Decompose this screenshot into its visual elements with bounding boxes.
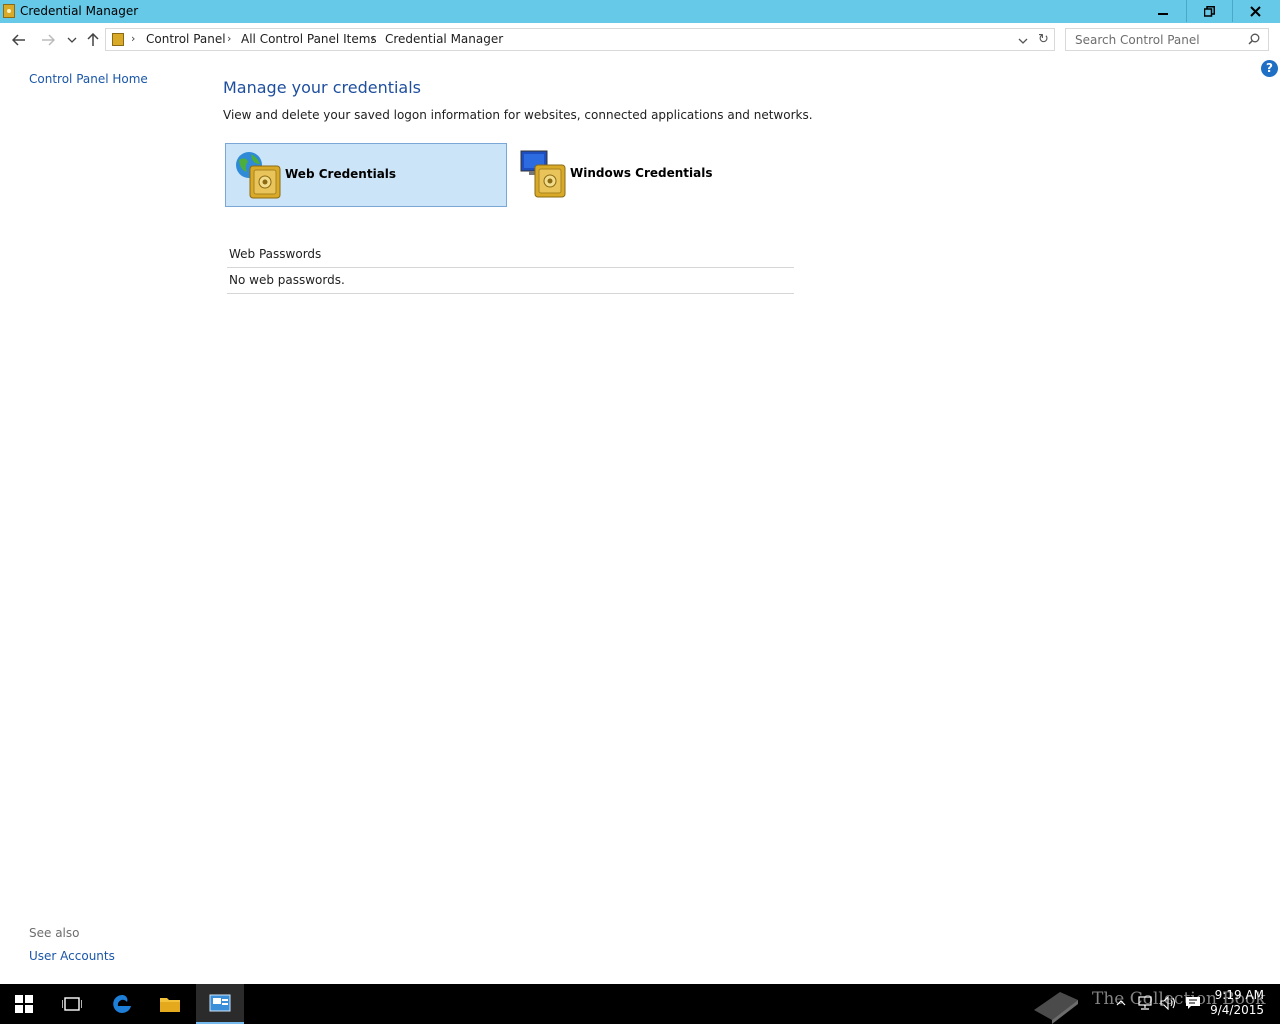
volume-icon[interactable] <box>1160 995 1178 1013</box>
window-title: Credential Manager <box>20 4 139 18</box>
network-icon[interactable] <box>1137 996 1153 1013</box>
divider <box>227 267 794 268</box>
search-box[interactable]: Search Control Panel <box>1065 28 1269 51</box>
system-clock[interactable]: 9:19 AM 9/4/2015 <box>1206 988 1264 1018</box>
back-arrow-icon <box>12 34 25 46</box>
forward-arrow-icon <box>42 34 55 46</box>
chevron-down-icon <box>1018 38 1028 44</box>
back-button[interactable] <box>10 31 28 49</box>
address-dropdown-button[interactable] <box>1018 34 1028 48</box>
divider <box>227 293 794 294</box>
edge-browser-button[interactable] <box>98 984 146 1024</box>
chevron-down-icon <box>67 37 77 43</box>
watermark-book-icon <box>1034 992 1078 1024</box>
refresh-icon[interactable]: ↻ <box>1038 32 1049 47</box>
windows-credentials-tile[interactable]: Windows Credentials <box>513 143 795 207</box>
windows-logo-icon <box>15 995 33 1013</box>
address-bar[interactable]: › Control Panel › All Control Panel Item… <box>105 28 1055 51</box>
minimize-button[interactable] <box>1140 0 1186 22</box>
minimize-icon <box>1158 13 1168 15</box>
help-icon[interactable]: ? <box>1261 60 1278 77</box>
show-hidden-icons-button[interactable] <box>1116 996 1126 1010</box>
action-center-icon[interactable] <box>1185 996 1201 1013</box>
start-button[interactable] <box>0 984 48 1024</box>
up-button[interactable] <box>84 31 102 49</box>
close-button[interactable] <box>1232 0 1278 22</box>
close-icon <box>1250 5 1261 17</box>
breadcrumb-separator-icon[interactable]: › <box>371 32 375 45</box>
control-panel-home-link[interactable]: Control Panel Home <box>29 72 148 86</box>
breadcrumb-control-panel[interactable]: Control Panel <box>146 32 226 46</box>
page-description: View and delete your saved logon informa… <box>223 108 813 122</box>
taskbar: The Collection Book 9:19 AM 9/4/2015 <box>0 984 1280 1024</box>
title-bar: Credential Manager <box>0 0 1280 23</box>
clock-date: 9/4/2015 <box>1210 1003 1264 1017</box>
web-credentials-icon <box>236 152 281 199</box>
search-placeholder: Search Control Panel <box>1075 33 1200 47</box>
chevron-up-icon <box>1116 1000 1126 1006</box>
page-title: Manage your credentials <box>223 78 422 97</box>
credential-manager-taskbar-button[interactable] <box>196 984 244 1024</box>
file-explorer-icon <box>160 998 180 1012</box>
forward-button[interactable] <box>39 31 57 49</box>
empty-list-message: No web passwords. <box>229 273 345 287</box>
control-panel-icon <box>112 33 124 46</box>
web-credentials-tile[interactable]: Web Credentials <box>225 143 507 207</box>
windows-credentials-icon <box>520 150 566 198</box>
user-accounts-link[interactable]: User Accounts <box>29 949 115 963</box>
file-explorer-button[interactable] <box>146 984 194 1024</box>
task-view-button[interactable] <box>48 984 96 1024</box>
breadcrumb-separator-icon[interactable]: › <box>131 32 135 45</box>
see-also-label: See also <box>29 926 80 940</box>
windows-credentials-label: Windows Credentials <box>570 166 713 180</box>
edge-browser-icon <box>113 994 131 1013</box>
up-arrow-icon <box>87 33 99 46</box>
breadcrumb-all-items[interactable]: All Control Panel Items <box>241 32 377 46</box>
task-view-icon <box>62 997 82 1011</box>
recent-locations-button[interactable] <box>63 31 81 49</box>
breadcrumb-credential-manager[interactable]: Credential Manager <box>385 32 503 46</box>
breadcrumb-separator-icon[interactable]: › <box>227 32 231 45</box>
restore-icon <box>1204 5 1215 17</box>
search-icon[interactable] <box>1248 33 1260 48</box>
credential-manager-icon <box>3 4 15 18</box>
web-credentials-label: Web Credentials <box>285 167 397 181</box>
web-passwords-header[interactable]: Web Passwords <box>229 247 321 261</box>
clock-time: 9:19 AM <box>1214 988 1264 1002</box>
navigation-bar: › Control Panel › All Control Panel Item… <box>0 23 1280 57</box>
control-panel-icon <box>209 994 231 1012</box>
restore-button[interactable] <box>1186 0 1232 22</box>
